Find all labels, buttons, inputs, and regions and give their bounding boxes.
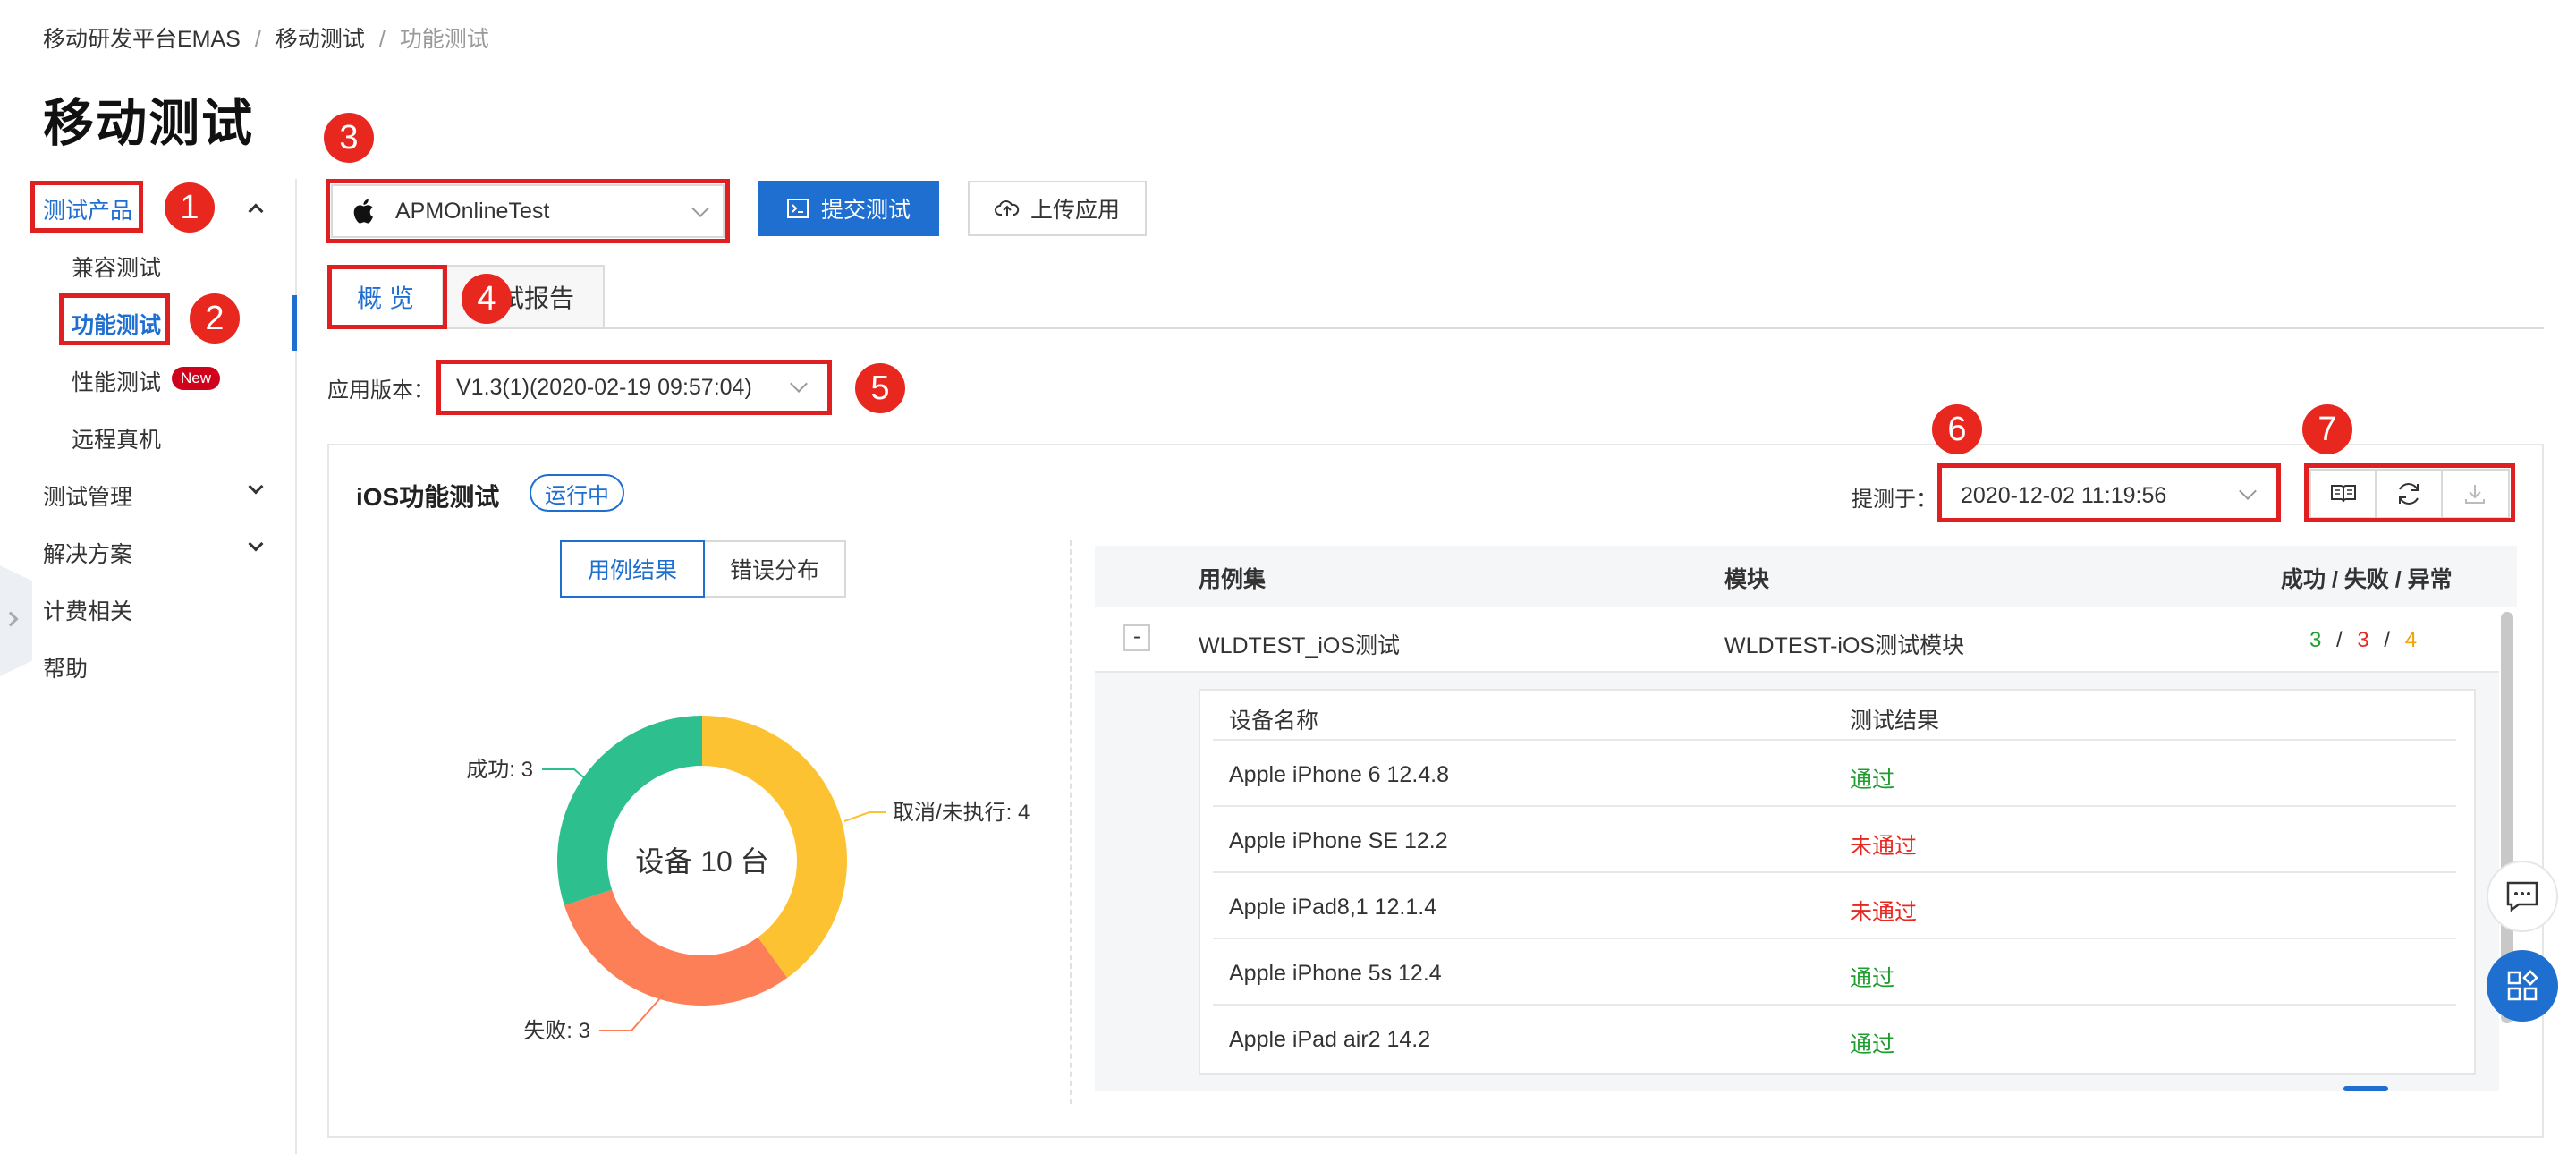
annotation-box bbox=[59, 293, 170, 345]
stat-fail: 3 bbox=[2357, 628, 2369, 652]
annotation-box bbox=[30, 181, 143, 233]
slice-label-failed: 失败: 3 bbox=[523, 1019, 590, 1043]
annotation-marker-3: 3 bbox=[324, 113, 374, 163]
chat-icon bbox=[2506, 881, 2538, 912]
device-result: 通过 bbox=[1850, 966, 1895, 991]
label-line-cancelled bbox=[843, 811, 886, 822]
annotation-box bbox=[1937, 463, 2281, 522]
submit-test-label: 提交测试 bbox=[820, 198, 911, 223]
device-name: Apple iPhone SE 12.2 bbox=[1229, 828, 1448, 853]
cell-suite: WLDTEST_iOS测试 bbox=[1199, 633, 1401, 658]
cloud-upload-icon bbox=[995, 200, 1020, 216]
page-title: 移动测试 bbox=[43, 95, 254, 152]
chevron-up-icon[interactable] bbox=[248, 203, 264, 219]
tab-bar-line bbox=[327, 327, 2544, 329]
chevron-down-icon[interactable] bbox=[248, 536, 264, 552]
device-name: Apple iPad8,1 12.1.4 bbox=[1229, 895, 1437, 920]
row-divider bbox=[1213, 805, 2456, 807]
sidebar-subitem-compat-test[interactable]: 兼容测试 bbox=[72, 250, 161, 283]
device-name: Apple iPhone 6 12.4.8 bbox=[1229, 762, 1450, 787]
breadcrumb-item-current: 功能测试 bbox=[399, 27, 489, 52]
row-divider bbox=[1213, 739, 2456, 741]
sidebar-item-test-management[interactable]: 测试管理 bbox=[43, 479, 132, 512]
status-badge: 运行中 bbox=[530, 474, 624, 512]
donut-slice-failed[interactable] bbox=[564, 889, 788, 1006]
card-title: iOS功能测试 bbox=[356, 483, 500, 511]
grid-apps-icon bbox=[2507, 970, 2538, 1001]
annotation-marker-4: 4 bbox=[462, 274, 512, 324]
annotation-marker-7: 7 bbox=[2302, 404, 2352, 454]
slice-label-success: 成功: 3 bbox=[466, 758, 533, 782]
stat-error: 4 bbox=[2404, 628, 2418, 652]
new-badge: New bbox=[172, 367, 221, 390]
device-result: 通过 bbox=[1850, 768, 1895, 793]
version-label: 应用版本： bbox=[327, 378, 435, 403]
donut-chart: 设备 10 台 成功: 3 取消/未执行: 4 失败: 3 bbox=[466, 716, 1030, 1043]
device-result: 未通过 bbox=[1850, 834, 1918, 859]
segment-case-results[interactable]: 用例结果 bbox=[560, 540, 705, 598]
sidebar-subitem-remote-device[interactable]: 远程真机 bbox=[72, 422, 161, 454]
chevron-down-icon[interactable] bbox=[248, 479, 264, 495]
col-header-suite: 用例集 bbox=[1199, 567, 1267, 592]
row-divider bbox=[1213, 938, 2456, 939]
breadcrumb-separator: / bbox=[378, 27, 386, 52]
sidebar-collapse-handle[interactable] bbox=[0, 565, 32, 676]
sidebar-subitem-perf-test[interactable]: 性能测试 bbox=[72, 365, 161, 397]
label-line-success bbox=[542, 768, 588, 781]
device-name: Apple iPhone 5s 12.4 bbox=[1229, 961, 1442, 986]
annotation-marker-5: 5 bbox=[855, 363, 905, 413]
breadcrumb-item-mobile-test[interactable]: 移动测试 bbox=[275, 27, 365, 52]
chevron-right-icon bbox=[3, 611, 19, 627]
stat-success: 3 bbox=[2309, 628, 2322, 652]
horizontal-scroll-indicator[interactable] bbox=[2343, 1086, 2388, 1091]
sub-col-header-result: 测试结果 bbox=[1850, 709, 1940, 734]
terminal-icon bbox=[786, 199, 809, 218]
col-header-module: 模块 bbox=[1724, 567, 1770, 592]
upload-app-label: 上传应用 bbox=[1030, 198, 1120, 223]
submit-test-button[interactable]: 提交测试 bbox=[758, 181, 939, 236]
stat-separator: / bbox=[2384, 628, 2391, 652]
upload-app-button[interactable]: 上传应用 bbox=[968, 181, 1147, 236]
device-subtable bbox=[1199, 689, 2476, 1075]
stat-separator: / bbox=[2336, 628, 2343, 652]
annotation-marker-6: 6 bbox=[1932, 404, 1982, 454]
apps-button[interactable] bbox=[2487, 950, 2558, 1022]
annotation-box bbox=[327, 265, 447, 329]
breadcrumb-item-emas[interactable]: 移动研发平台EMAS bbox=[43, 27, 241, 52]
device-result: 未通过 bbox=[1850, 900, 1918, 925]
cell-stats: 3 / 3 / 4 bbox=[2309, 628, 2417, 653]
device-result: 通过 bbox=[1850, 1032, 1895, 1057]
segment-error-distribution[interactable]: 错误分布 bbox=[703, 540, 846, 598]
slice-label-cancelled: 取消/未执行: 4 bbox=[893, 801, 1030, 825]
breadcrumb: 移动研发平台EMAS / 移动测试 / 功能测试 bbox=[43, 21, 489, 54]
sub-col-header-device: 设备名称 bbox=[1229, 709, 1319, 734]
annotation-box bbox=[2304, 463, 2515, 522]
feedback-button[interactable] bbox=[2487, 861, 2558, 932]
sidebar-active-indicator bbox=[292, 295, 297, 351]
annotation-box bbox=[326, 179, 730, 243]
row-divider bbox=[1213, 1004, 2456, 1006]
cell-module: WLDTEST-iOS测试模块 bbox=[1724, 633, 1965, 658]
annotation-marker-2: 2 bbox=[190, 293, 240, 344]
donut-center-label: 设备 10 台 bbox=[635, 845, 768, 878]
label-line-failed bbox=[599, 997, 661, 1031]
sidebar-item-solutions[interactable]: 解决方案 bbox=[43, 537, 132, 569]
col-header-stats: 成功 / 失败 / 异常 bbox=[2281, 567, 2453, 592]
row-divider bbox=[1213, 871, 2456, 873]
device-name: Apple iPad air2 14.2 bbox=[1229, 1027, 1431, 1052]
row-expand-toggle[interactable]: - bbox=[1123, 624, 1150, 651]
breadcrumb-separator: / bbox=[254, 27, 261, 52]
annotation-box bbox=[436, 360, 832, 415]
sidebar-item-help[interactable]: 帮助 bbox=[43, 651, 88, 683]
panel-divider bbox=[1070, 540, 1072, 1104]
submitted-at-label: 提测于： bbox=[1852, 488, 1937, 512]
sidebar-item-billing[interactable]: 计费相关 bbox=[43, 594, 132, 626]
annotation-marker-1: 1 bbox=[165, 182, 215, 233]
